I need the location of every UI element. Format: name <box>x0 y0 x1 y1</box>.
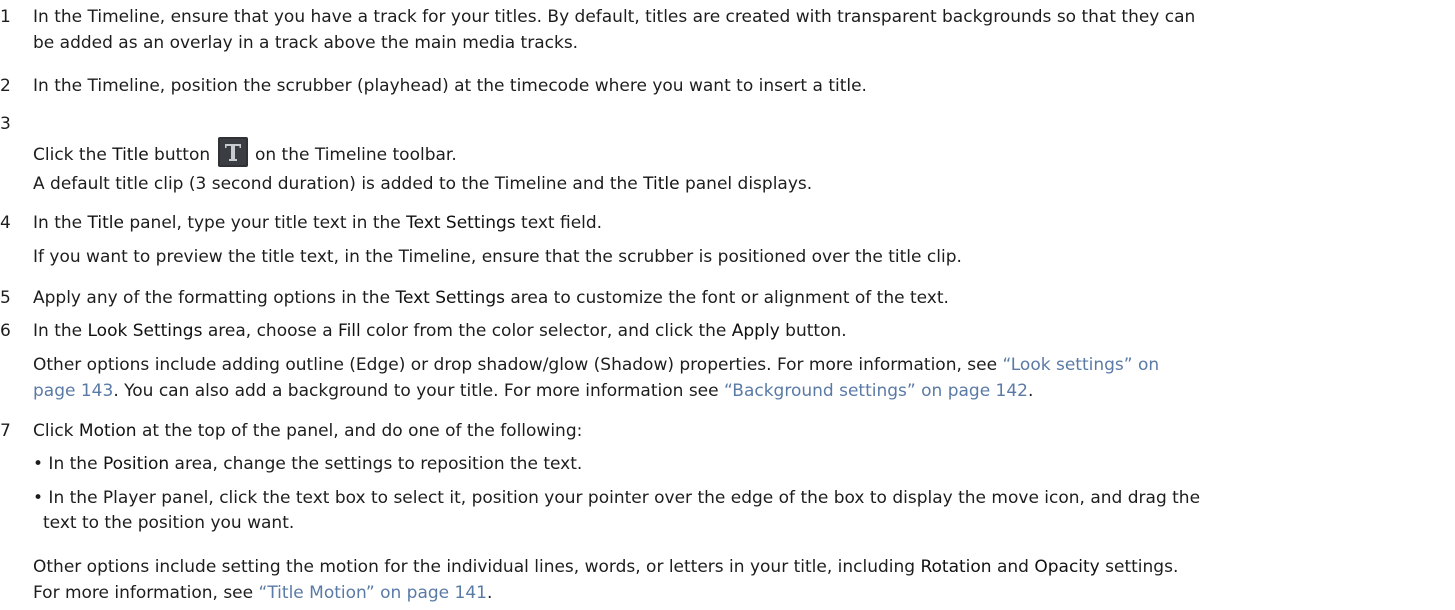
background-settings-link[interactable]: “Background settings” on page 142 <box>724 381 1028 401</box>
ui-term: Position <box>102 454 170 474</box>
ui-term: Motion <box>78 421 137 441</box>
step-number: 5 <box>0 288 11 308</box>
bullet-item-continuation: text to the position you want. <box>43 513 295 533</box>
look-settings-link[interactable]: “Look settings” on <box>1002 355 1159 375</box>
ui-term: Text Settings <box>406 213 516 233</box>
step-text: In the Title panel, type your title text… <box>33 213 603 233</box>
ui-term: Title <box>643 174 680 194</box>
step-text: Apply any of the formatting options in t… <box>33 288 949 308</box>
step-note: A default title clip (3 second duration)… <box>33 174 813 194</box>
step-number: 4 <box>0 213 11 233</box>
step-text: Click the Title button on the Timeline t… <box>33 137 1443 168</box>
step-text: In the Timeline, position the scrubber (… <box>33 76 867 96</box>
ui-term: Fill <box>338 321 361 341</box>
ui-term: Title <box>87 213 124 233</box>
step-note: If you want to preview the title text, i… <box>33 247 962 267</box>
step-number: 1 <box>0 7 11 27</box>
step-text: Click Motion at the top of the panel, an… <box>33 421 583 441</box>
bullet-item: • In the Position area, change the setti… <box>33 454 583 474</box>
step-number: 3 <box>0 114 11 134</box>
ui-term: Rotation <box>920 557 992 577</box>
ui-term: Title <box>112 145 149 165</box>
ui-term: Opacity <box>1034 557 1100 577</box>
ui-term: Text Settings <box>395 288 505 308</box>
step-note: For more information, see “Title Motion”… <box>33 583 493 603</box>
ui-term: Look Settings <box>87 321 203 341</box>
bullet-item: • In the Player panel, click the text bo… <box>33 488 1201 508</box>
step-number: 7 <box>0 421 11 441</box>
step-note: page 143. You can also add a background … <box>33 381 1034 401</box>
step-text: In the Look Settings area, choose a Fill… <box>33 321 847 341</box>
title-motion-link[interactable]: “Title Motion” on page 141 <box>259 583 487 603</box>
step-note: Other options include adding outline (Ed… <box>33 355 1160 375</box>
look-settings-page-link[interactable]: page 143 <box>33 381 113 401</box>
ui-term: Apply <box>731 321 780 341</box>
step-note: Other options include setting the motion… <box>33 557 1179 577</box>
step-text: In the Timeline, ensure that you have a … <box>33 7 1196 27</box>
step-number: 6 <box>0 321 11 341</box>
title-t-icon <box>217 137 248 167</box>
step-number: 2 <box>0 76 11 96</box>
step-text: be added as an overlay in a track above … <box>33 33 579 53</box>
